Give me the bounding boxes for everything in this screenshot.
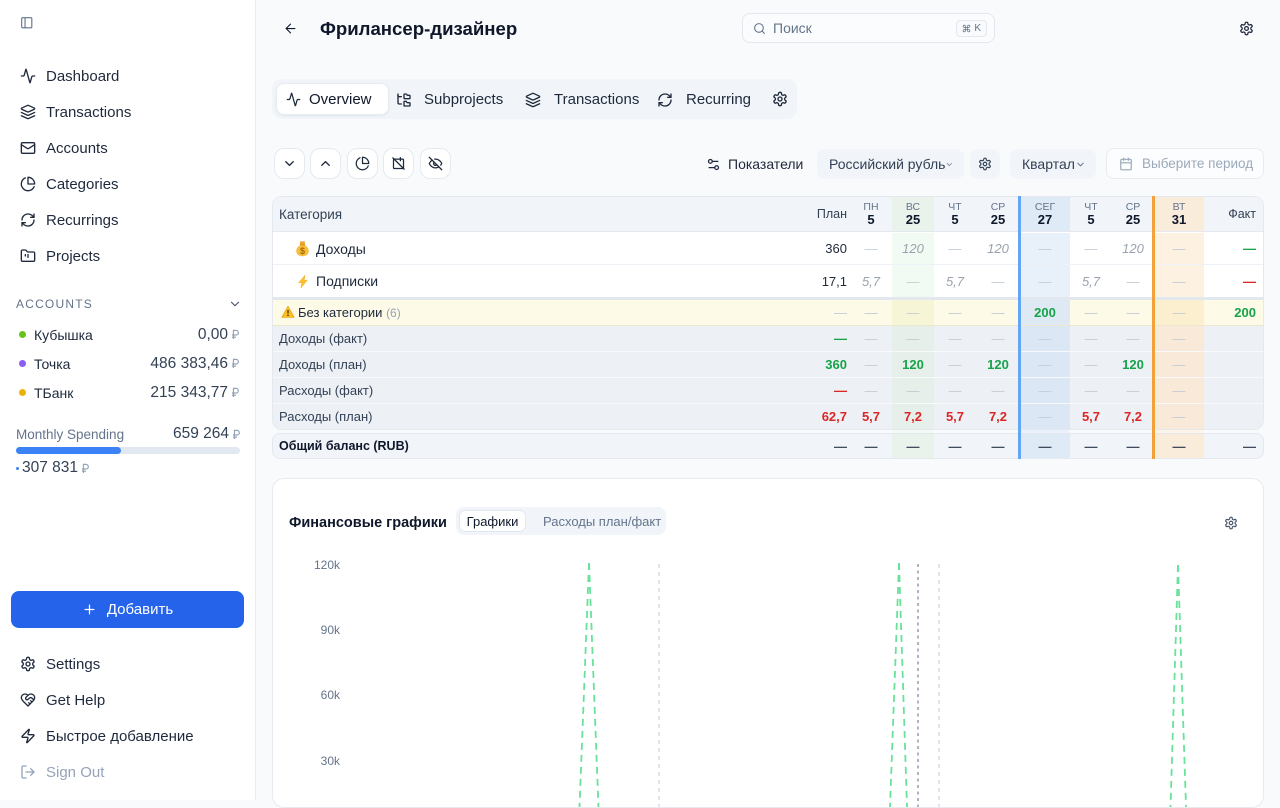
- svg-text:$: $: [300, 246, 305, 256]
